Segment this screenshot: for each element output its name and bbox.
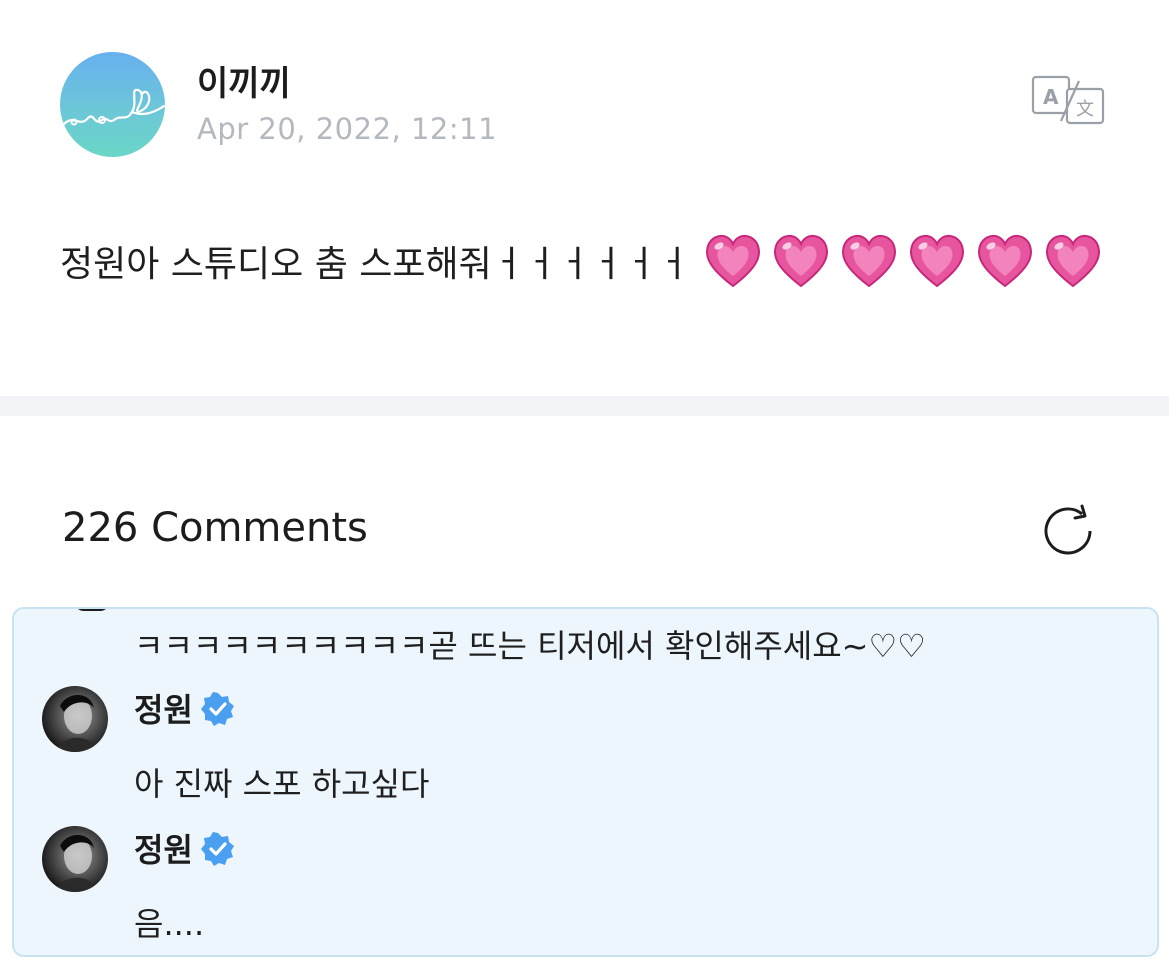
reply-author-name: 정원 bbox=[134, 691, 193, 729]
author-name[interactable]: 이끼끼 bbox=[197, 56, 291, 105]
post-date: Apr 20, 2022, 12:11 bbox=[197, 112, 498, 146]
post-text: 정원아 스튜디오 춤 스포해줘ㅓㅓㅓㅓㅓㅓ bbox=[60, 244, 691, 285]
translate-button[interactable]: A 文 bbox=[1031, 75, 1107, 127]
svg-text:文: 文 bbox=[1076, 99, 1094, 120]
profile-photo bbox=[56, 695, 98, 752]
comment-text: ㅋㅋㅋㅋㅋㅋㅋㅋㅋㅋ곧 뜨는 티저에서 확인해주세요~♡♡ bbox=[134, 627, 926, 665]
author-avatar[interactable] bbox=[60, 52, 165, 157]
translate-icon: A 文 bbox=[1031, 75, 1105, 125]
section-divider bbox=[0, 396, 1169, 416]
pink-heart-icon bbox=[842, 235, 896, 288]
avatar bbox=[74, 609, 110, 611]
reply-author-name: 정원 bbox=[134, 831, 193, 869]
reply-author[interactable]: 정원 bbox=[134, 825, 235, 871]
pink-heart-icon bbox=[1046, 235, 1100, 288]
reply-text: 음.... bbox=[134, 905, 205, 943]
comments-count-title: 226 Comments bbox=[62, 505, 368, 551]
heart-string-icon bbox=[62, 88, 165, 126]
post-header: 이끼끼 Apr 20, 2022, 12:11 A 文 bbox=[0, 0, 1169, 200]
reply-author[interactable]: 정원 bbox=[134, 685, 235, 731]
verified-badge-icon bbox=[200, 692, 234, 726]
post-body: 정원아 스튜디오 춤 스포해줘ㅓㅓㅓㅓㅓㅓ bbox=[60, 230, 1120, 300]
pink-heart-icon bbox=[910, 235, 964, 288]
pink-heart-icon bbox=[978, 235, 1032, 288]
refresh-button[interactable] bbox=[1038, 500, 1100, 562]
pink-heart-icon bbox=[706, 235, 760, 288]
reply-avatar[interactable] bbox=[42, 686, 108, 752]
reply-avatar[interactable] bbox=[42, 826, 108, 892]
profile-photo bbox=[56, 835, 98, 892]
pink-heart-icon bbox=[774, 235, 828, 288]
verified-badge-icon bbox=[200, 832, 234, 866]
refresh-icon bbox=[1044, 504, 1092, 555]
comment-thread: ㅋㅋㅋㅋㅋㅋㅋㅋㅋㅋ곧 뜨는 티저에서 확인해주세요~♡♡ 정원 아 진짜 스포… bbox=[12, 607, 1159, 957]
heart-emoji-group bbox=[702, 235, 1110, 288]
reply-text: 아 진짜 스포 하고싶다 bbox=[134, 765, 430, 803]
svg-text:A: A bbox=[1043, 85, 1059, 109]
